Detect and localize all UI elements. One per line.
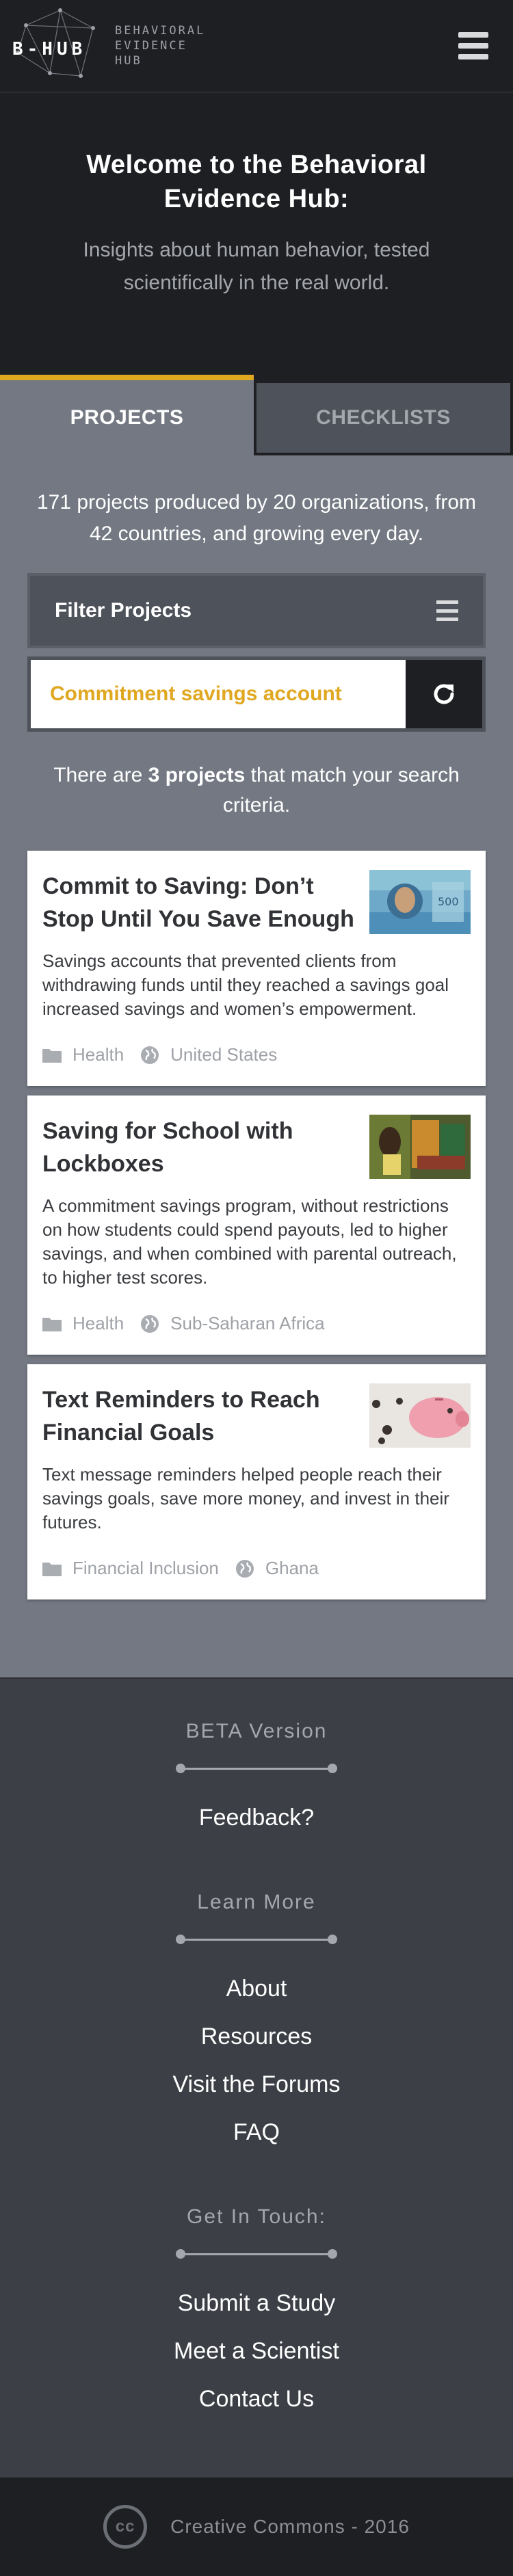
menu-bar [458, 43, 488, 49]
hamburger-menu-icon[interactable] [458, 32, 488, 59]
copyright-text: Creative Commons - 2016 [170, 2516, 410, 2537]
filter-label: Filter Projects [55, 599, 192, 622]
project-region: United States [140, 1044, 277, 1065]
resources-link[interactable]: Resources [0, 2013, 513, 2060]
category-label: Health [73, 1313, 124, 1333]
logo-sub-line-2: EVIDENCE [115, 39, 187, 53]
site-footer: BETA Version Feedback? Learn More About … [0, 1677, 513, 2478]
meet-scientist-link[interactable]: Meet a Scientist [0, 2327, 513, 2375]
footer-divider [176, 1935, 337, 1944]
logo-subtitle: BEHAVIORAL EVIDENCE HUB [115, 23, 205, 68]
svg-text:500: 500 [438, 895, 459, 908]
refresh-icon [434, 684, 454, 704]
folder-icon [42, 1048, 62, 1063]
folder-icon [42, 1317, 62, 1331]
projects-panel: 171 projects produced by 20 organization… [0, 455, 513, 1677]
logo-network-icon: B-HUB [12, 5, 115, 87]
menu-bar [458, 54, 488, 59]
footer-learn-group: Learn More About Resources Visit the For… [0, 1891, 513, 2156]
globe-icon [235, 1559, 254, 1578]
section-tabs: PROJECTS CHECKLISTS [0, 375, 513, 455]
hero-section: Welcome to the Behavioral Evidence Hub: … [0, 93, 513, 375]
project-title[interactable]: Commit to Saving: Don’t Stop Until You S… [42, 870, 369, 935]
creative-commons-icon: cc [103, 2505, 148, 2549]
category-label: Financial Inclusion [73, 1558, 219, 1578]
project-title[interactable]: Text Reminders to Reach Financial Goals [42, 1383, 369, 1449]
about-link[interactable]: About [0, 1965, 513, 2013]
tab-checklists[interactable]: CHECKLISTS [254, 375, 513, 455]
hero-subtitle: Insights about human behavior, tested sc… [83, 239, 430, 294]
hero-title: Welcome to the Behavioral Evidence Hub: [86, 150, 427, 213]
region-label: Ghana [265, 1558, 319, 1578]
menu-bar [458, 32, 488, 38]
filter-projects-toggle[interactable]: Filter Projects [27, 573, 486, 648]
globe-icon [141, 1046, 159, 1064]
footer-divider [176, 1764, 337, 1773]
results-suffix: that match your search criteria. [222, 764, 460, 816]
project-region: Sub-Saharan Africa [140, 1313, 325, 1334]
project-stats: 171 projects produced by 20 organization… [36, 491, 477, 545]
results-prefix: There are [53, 764, 148, 786]
reset-search-button[interactable] [406, 660, 482, 728]
footer-touch-heading: Get In Touch: [187, 2205, 326, 2228]
results-count: 3 projects [148, 764, 246, 786]
project-card[interactable]: Text Reminders to Reach Financial Goals … [27, 1364, 486, 1599]
project-thumbnail[interactable] [369, 1383, 471, 1448]
footer-beta-group: BETA Version Feedback? [0, 1720, 513, 1842]
logo-wordmark: B-HUB [12, 39, 87, 59]
feedback-link[interactable]: Feedback? [0, 1794, 513, 1842]
project-description: Text message reminders helped people rea… [42, 1464, 449, 1532]
region-label: United States [170, 1044, 278, 1065]
globe-icon [141, 1314, 159, 1333]
filter-list-icon [436, 600, 458, 621]
logo-sub-line-1: BEHAVIORAL [115, 24, 206, 38]
project-description: A commitment savings program, without re… [42, 1195, 457, 1288]
project-category: Financial Inclusion [42, 1558, 219, 1579]
project-category: Health [42, 1044, 124, 1065]
faq-link[interactable]: FAQ [0, 2108, 513, 2156]
site-logo[interactable]: B-HUB BEHAVIORAL EVIDENCE HUB [12, 5, 205, 87]
results-summary: There are 3 projects that match your sea… [27, 732, 486, 851]
submit-study-link[interactable]: Submit a Study [0, 2279, 513, 2327]
contact-us-link[interactable]: Contact Us [0, 2375, 513, 2423]
copyright-bar: cc Creative Commons - 2016 [0, 2478, 513, 2576]
project-category: Health [42, 1313, 124, 1334]
folder-icon [42, 1562, 62, 1576]
project-card[interactable]: Saving for School with Lockboxes A commi… [27, 1096, 486, 1355]
footer-touch-group: Get In Touch: Submit a Study Meet a Scie… [0, 2205, 513, 2423]
search-input[interactable]: Commitment savings account [31, 660, 406, 728]
project-description: Savings accounts that prevented clients … [42, 951, 449, 1019]
tab-projects[interactable]: PROJECTS [0, 375, 254, 455]
project-title[interactable]: Saving for School with Lockboxes [42, 1115, 369, 1180]
top-navbar: B-HUB BEHAVIORAL EVIDENCE HUB [0, 0, 513, 93]
search-bar: Commitment savings account [27, 656, 486, 732]
footer-divider [176, 2249, 337, 2259]
forums-link[interactable]: Visit the Forums [0, 2060, 513, 2108]
footer-learn-heading: Learn More [197, 1891, 316, 1913]
footer-beta-heading: BETA Version [185, 1720, 328, 1742]
project-card[interactable]: Commit to Saving: Don’t Stop Until You S… [27, 851, 486, 1086]
project-thumbnail[interactable]: 500 [369, 870, 471, 934]
project-thumbnail[interactable] [369, 1115, 471, 1179]
region-label: Sub-Saharan Africa [170, 1313, 325, 1333]
project-region: Ghana [235, 1558, 319, 1579]
category-label: Health [73, 1044, 124, 1065]
logo-sub-line-3: HUB [115, 54, 142, 68]
